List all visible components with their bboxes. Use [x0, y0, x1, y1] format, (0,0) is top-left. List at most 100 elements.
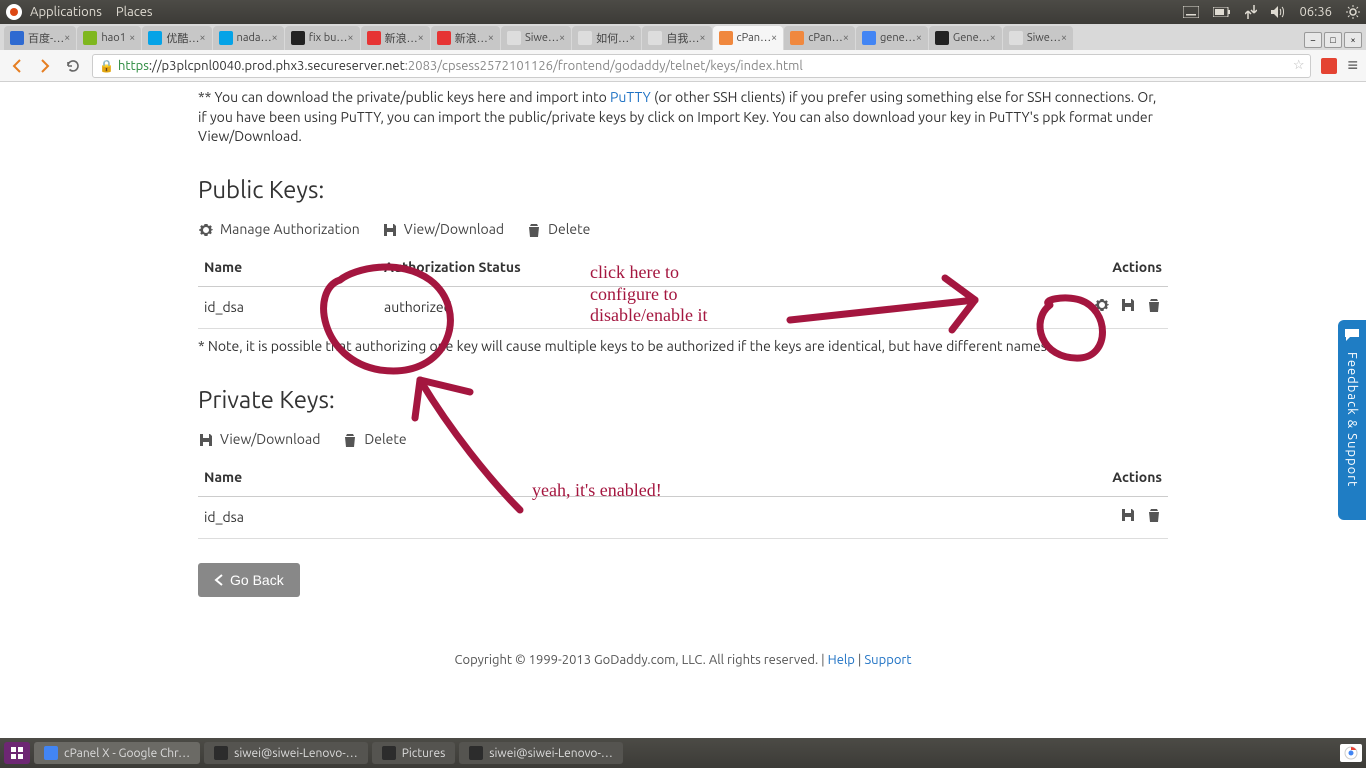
url-protocol: https — [118, 59, 149, 73]
tab-close-icon[interactable]: × — [272, 32, 278, 44]
window-close[interactable]: × — [1344, 32, 1362, 48]
favicon-icon — [291, 31, 305, 45]
tab-close-icon[interactable]: × — [990, 32, 996, 44]
tab-close-icon[interactable]: × — [488, 32, 494, 44]
manage-label: Manage Authorization — [220, 220, 360, 240]
tray-chrome-icon[interactable] — [1340, 744, 1362, 762]
address-bar[interactable]: 🔒 https://p3plcpnl0040.prod.phx3.secures… — [92, 54, 1311, 78]
footer: Copyright © 1999-2013 GoDaddy.com, LLC. … — [198, 651, 1168, 669]
url-host: ://p3plcpnl0040.prod.phx3.secureserver.n… — [149, 59, 405, 73]
window-maximize[interactable]: □ — [1324, 32, 1342, 48]
footer-help-link[interactable]: Help — [828, 653, 855, 667]
tab-close-icon[interactable]: × — [199, 32, 205, 44]
task-label: Pictures — [402, 747, 446, 760]
col-name: Name — [198, 460, 633, 496]
gear-icon[interactable] — [1094, 297, 1110, 313]
show-desktop-icon[interactable] — [4, 742, 30, 764]
favicon-icon — [437, 31, 451, 45]
reload-button[interactable] — [64, 57, 82, 75]
tab-close-icon[interactable]: × — [559, 32, 565, 44]
extension-icon[interactable] — [1321, 58, 1337, 74]
chrome-menu-icon[interactable]: ≡ — [1347, 55, 1358, 76]
favicon-icon — [790, 31, 804, 45]
browser-tab[interactable]: 百度-…× — [4, 26, 76, 50]
applications-menu[interactable]: Applications — [30, 5, 102, 19]
browser-tab[interactable]: 新浪…× — [361, 26, 430, 50]
tab-close-icon[interactable]: × — [64, 32, 70, 44]
bookmark-star-icon[interactable]: ☆ — [1293, 58, 1305, 73]
tab-label: cPan… — [737, 32, 772, 44]
taskbar-button[interactable]: siwei@siwei-Lenovo-… — [459, 742, 623, 764]
favicon-icon — [507, 31, 521, 45]
browser-tab[interactable]: Siwe…× — [501, 26, 571, 50]
view-download-button-priv[interactable]: View/Download — [198, 430, 320, 450]
delete-button-priv[interactable]: Delete — [342, 430, 406, 450]
go-back-button[interactable]: Go Back — [198, 563, 300, 597]
window-minimize[interactable]: – — [1304, 32, 1322, 48]
col-name: Name — [198, 250, 378, 286]
battery-icon[interactable] — [1213, 7, 1231, 17]
back-button[interactable] — [8, 57, 26, 75]
tab-close-icon[interactable]: × — [1061, 32, 1067, 44]
cpanel-content: ** You can download the private/public k… — [198, 88, 1168, 709]
ubuntu-logo-icon — [6, 4, 22, 20]
browser-tab[interactable]: 如何…× — [572, 26, 641, 50]
tab-close-icon[interactable]: × — [129, 32, 135, 44]
intro-text: ** You can download the private/public k… — [198, 88, 1168, 147]
browser-tab[interactable]: hao1× — [77, 26, 141, 50]
footer-support-link[interactable]: Support — [864, 653, 911, 667]
system-settings-icon[interactable] — [1346, 5, 1360, 19]
tab-close-icon[interactable]: × — [347, 32, 353, 44]
view-download-button[interactable]: View/Download — [382, 220, 504, 240]
intro-prefix: ** You can download the private/public k… — [198, 89, 610, 105]
putty-link[interactable]: PuTTY — [610, 89, 651, 105]
browser-tab[interactable]: gene…× — [856, 26, 928, 50]
favicon-icon — [935, 31, 949, 45]
browser-tab[interactable]: fix bu…× — [285, 26, 360, 50]
window-buttons: – □ × — [1304, 32, 1362, 50]
forward-button[interactable] — [36, 57, 54, 75]
sound-icon[interactable] — [1271, 6, 1285, 18]
tab-close-icon[interactable]: × — [843, 32, 849, 44]
tab-label: 新浪… — [455, 30, 488, 46]
browser-tab[interactable]: Siwe…× — [1003, 26, 1073, 50]
col-actions: Actions — [938, 250, 1168, 286]
tab-close-icon[interactable]: × — [629, 32, 635, 44]
network-icon[interactable] — [1245, 5, 1257, 19]
taskbar-button[interactable]: siwei@siwei-Lenovo-… — [204, 742, 368, 764]
save-icon[interactable] — [1120, 507, 1136, 523]
tab-label: Gene… — [953, 32, 990, 44]
tab-close-icon[interactable]: × — [699, 32, 705, 44]
save-icon[interactable] — [1120, 297, 1136, 313]
browser-tab[interactable]: Gene…× — [929, 26, 1002, 50]
goback-label: Go Back — [230, 572, 284, 588]
browser-tab[interactable]: cPan…× — [784, 26, 855, 50]
taskbar-button[interactable]: cPanel X - Google Chr… — [34, 742, 200, 764]
delete-label: Delete — [548, 220, 590, 240]
favicon-icon — [10, 31, 24, 45]
browser-tab[interactable]: cPan…× — [713, 26, 784, 50]
trash-icon[interactable] — [1146, 507, 1162, 523]
trash-icon[interactable] — [1146, 297, 1162, 313]
tab-close-icon[interactable]: × — [916, 32, 922, 44]
places-menu[interactable]: Places — [116, 5, 153, 19]
app-icon — [382, 746, 396, 760]
keyboard-icon[interactable] — [1183, 6, 1199, 18]
taskbar-button[interactable]: Pictures — [372, 742, 456, 764]
browser-tab[interactable]: 新浪…× — [431, 26, 500, 50]
browser-tab[interactable]: 自我…× — [642, 26, 711, 50]
browser-tab[interactable]: nada…× — [213, 26, 284, 50]
tab-close-icon[interactable]: × — [771, 32, 777, 44]
browser-tab[interactable]: 优酷…× — [142, 26, 211, 50]
favicon-icon — [719, 31, 733, 45]
clock[interactable]: 06:36 — [1299, 5, 1332, 19]
tab-label: cPan… — [808, 32, 843, 44]
feedback-tab[interactable]: Feedback & Support — [1338, 320, 1366, 520]
save-icon — [198, 432, 214, 448]
delete-button[interactable]: Delete — [526, 220, 590, 240]
manage-authorization-button[interactable]: Manage Authorization — [198, 220, 360, 240]
view-label: View/Download — [220, 430, 320, 450]
tab-close-icon[interactable]: × — [418, 32, 424, 44]
save-icon — [382, 222, 398, 238]
row-actions — [633, 496, 1168, 539]
